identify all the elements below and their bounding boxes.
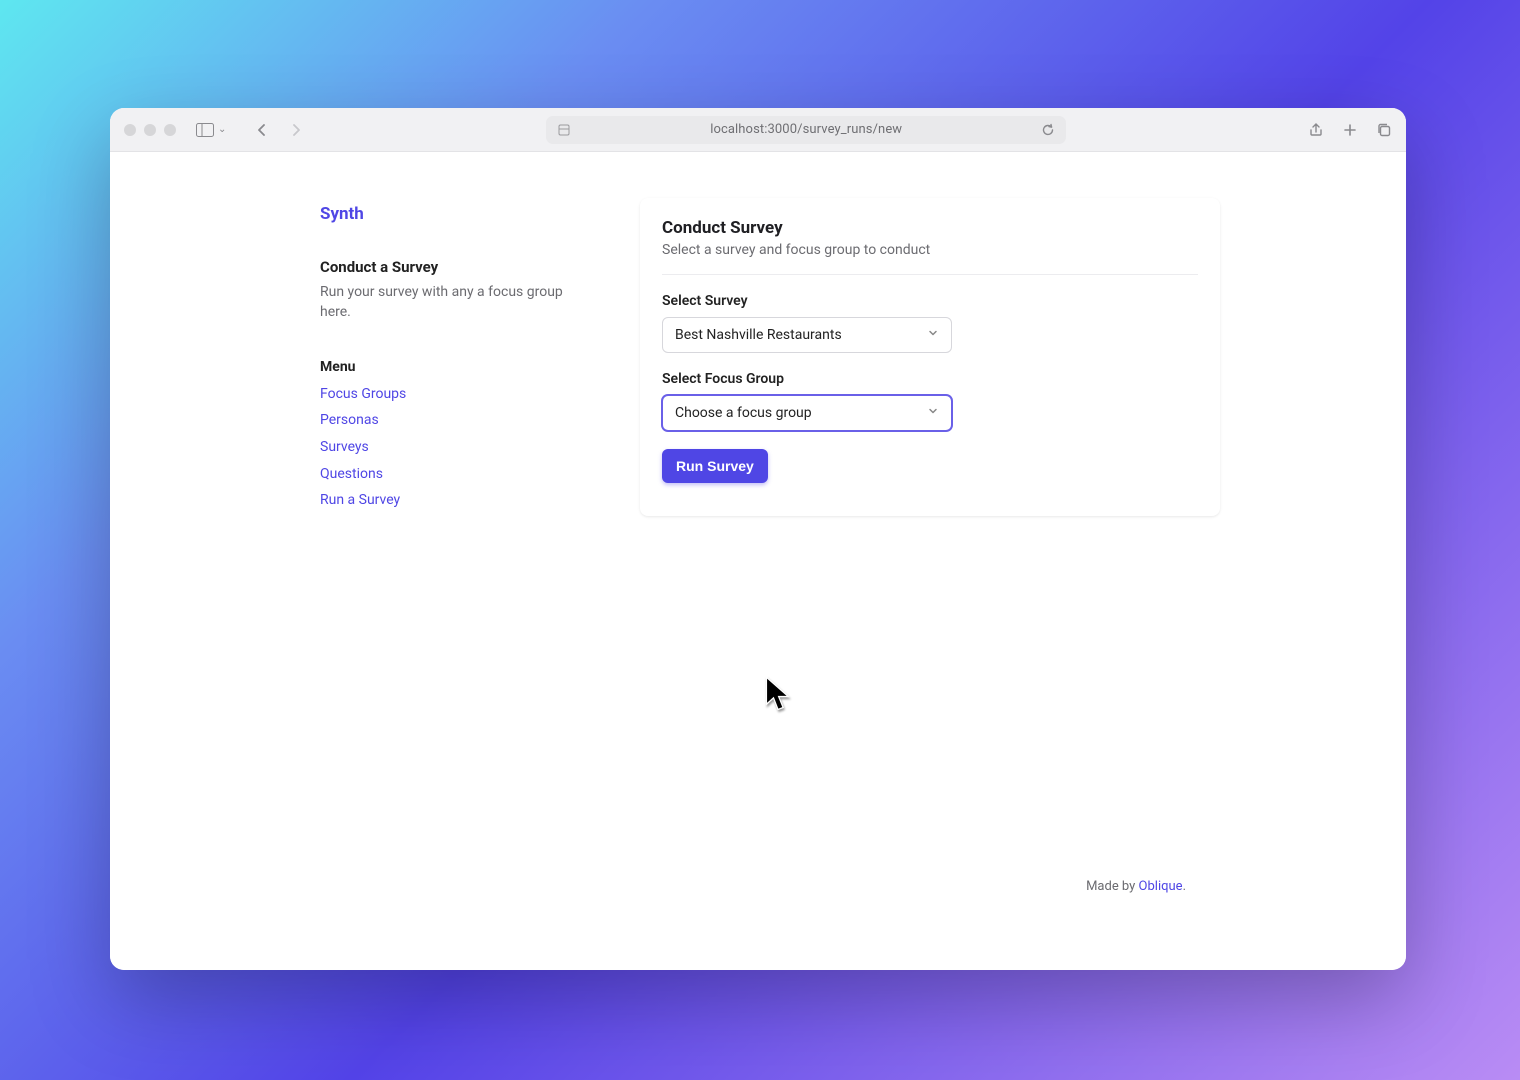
close-window-dot[interactable] xyxy=(124,124,136,136)
new-tab-button[interactable] xyxy=(1342,122,1358,138)
survey-field-label: Select Survey xyxy=(662,293,1198,309)
sidebar-menu-heading: Menu xyxy=(320,359,570,375)
focus-group-field: Select Focus Group Choose a focus group xyxy=(662,371,1198,431)
chevron-left-icon xyxy=(254,122,270,138)
maximize-window-dot[interactable] xyxy=(164,124,176,136)
focus-group-field-label: Select Focus Group xyxy=(662,371,1198,387)
chevron-right-icon xyxy=(288,122,304,138)
sidebar-lead-title: Conduct a Survey xyxy=(320,258,570,276)
chevron-down-icon xyxy=(927,327,939,343)
survey-field: Select Survey Best Nashville Restaurants xyxy=(662,293,1198,353)
address-bar-url: localhost:3000/survey_runs/new xyxy=(556,122,1056,137)
site-settings-icon[interactable] xyxy=(556,122,572,138)
plus-icon xyxy=(1342,122,1358,138)
minimize-window-dot[interactable] xyxy=(144,124,156,136)
conduct-survey-card: Conduct Survey Select a survey and focus… xyxy=(640,198,1220,516)
footer-link[interactable]: Oblique xyxy=(1139,879,1183,894)
sidebar-item-personas[interactable]: Personas xyxy=(320,412,379,428)
desktop-background: ⌄ localhost:3000/survey_runs/new xyxy=(0,0,1520,1080)
forward-button[interactable] xyxy=(288,122,304,138)
card-subtitle: Select a survey and focus group to condu… xyxy=(662,242,1198,275)
page-content: Synth Conduct a Survey Run your survey w… xyxy=(110,152,1406,970)
tabs-overview-button[interactable] xyxy=(1376,122,1392,138)
sidebar-item-surveys[interactable]: Surveys xyxy=(320,439,369,455)
browser-toolbar: ⌄ localhost:3000/survey_runs/new xyxy=(110,108,1406,152)
run-survey-button[interactable]: Run Survey xyxy=(662,449,768,483)
back-button[interactable] xyxy=(254,122,270,138)
sidebar-icon xyxy=(196,123,214,137)
survey-select[interactable]: Best Nashville Restaurants xyxy=(662,317,952,353)
footer: Made by Oblique. xyxy=(1086,879,1186,894)
sidebar-menu: Focus Groups Personas Surveys Questions … xyxy=(320,383,570,512)
focus-group-select[interactable]: Choose a focus group xyxy=(662,395,952,431)
survey-select-value: Best Nashville Restaurants xyxy=(675,327,842,343)
sidebar-toggle[interactable]: ⌄ xyxy=(196,123,226,137)
sidebar-item-run-survey[interactable]: Run a Survey xyxy=(320,492,400,508)
tabs-icon xyxy=(1376,122,1392,138)
cursor-icon xyxy=(764,676,792,712)
chevron-down-icon: ⌄ xyxy=(218,124,226,135)
sidebar-item-focus-groups[interactable]: Focus Groups xyxy=(320,386,406,402)
share-icon xyxy=(1308,122,1324,138)
reload-icon xyxy=(1040,122,1056,138)
app-brand[interactable]: Synth xyxy=(320,204,570,224)
footer-prefix: Made by xyxy=(1086,879,1138,894)
reload-button[interactable] xyxy=(1040,122,1056,138)
browser-window: ⌄ localhost:3000/survey_runs/new xyxy=(110,108,1406,970)
chevron-down-icon xyxy=(927,405,939,421)
focus-group-select-value: Choose a focus group xyxy=(675,405,812,421)
sidebar: Synth Conduct a Survey Run your survey w… xyxy=(320,204,570,516)
card-title: Conduct Survey xyxy=(662,218,1198,238)
sidebar-item-questions[interactable]: Questions xyxy=(320,466,383,482)
window-controls[interactable] xyxy=(124,124,176,136)
share-button[interactable] xyxy=(1308,122,1324,138)
sidebar-lead-desc: Run your survey with any a focus group h… xyxy=(320,282,570,323)
footer-suffix: . xyxy=(1183,879,1186,894)
address-bar[interactable]: localhost:3000/survey_runs/new xyxy=(546,116,1066,144)
